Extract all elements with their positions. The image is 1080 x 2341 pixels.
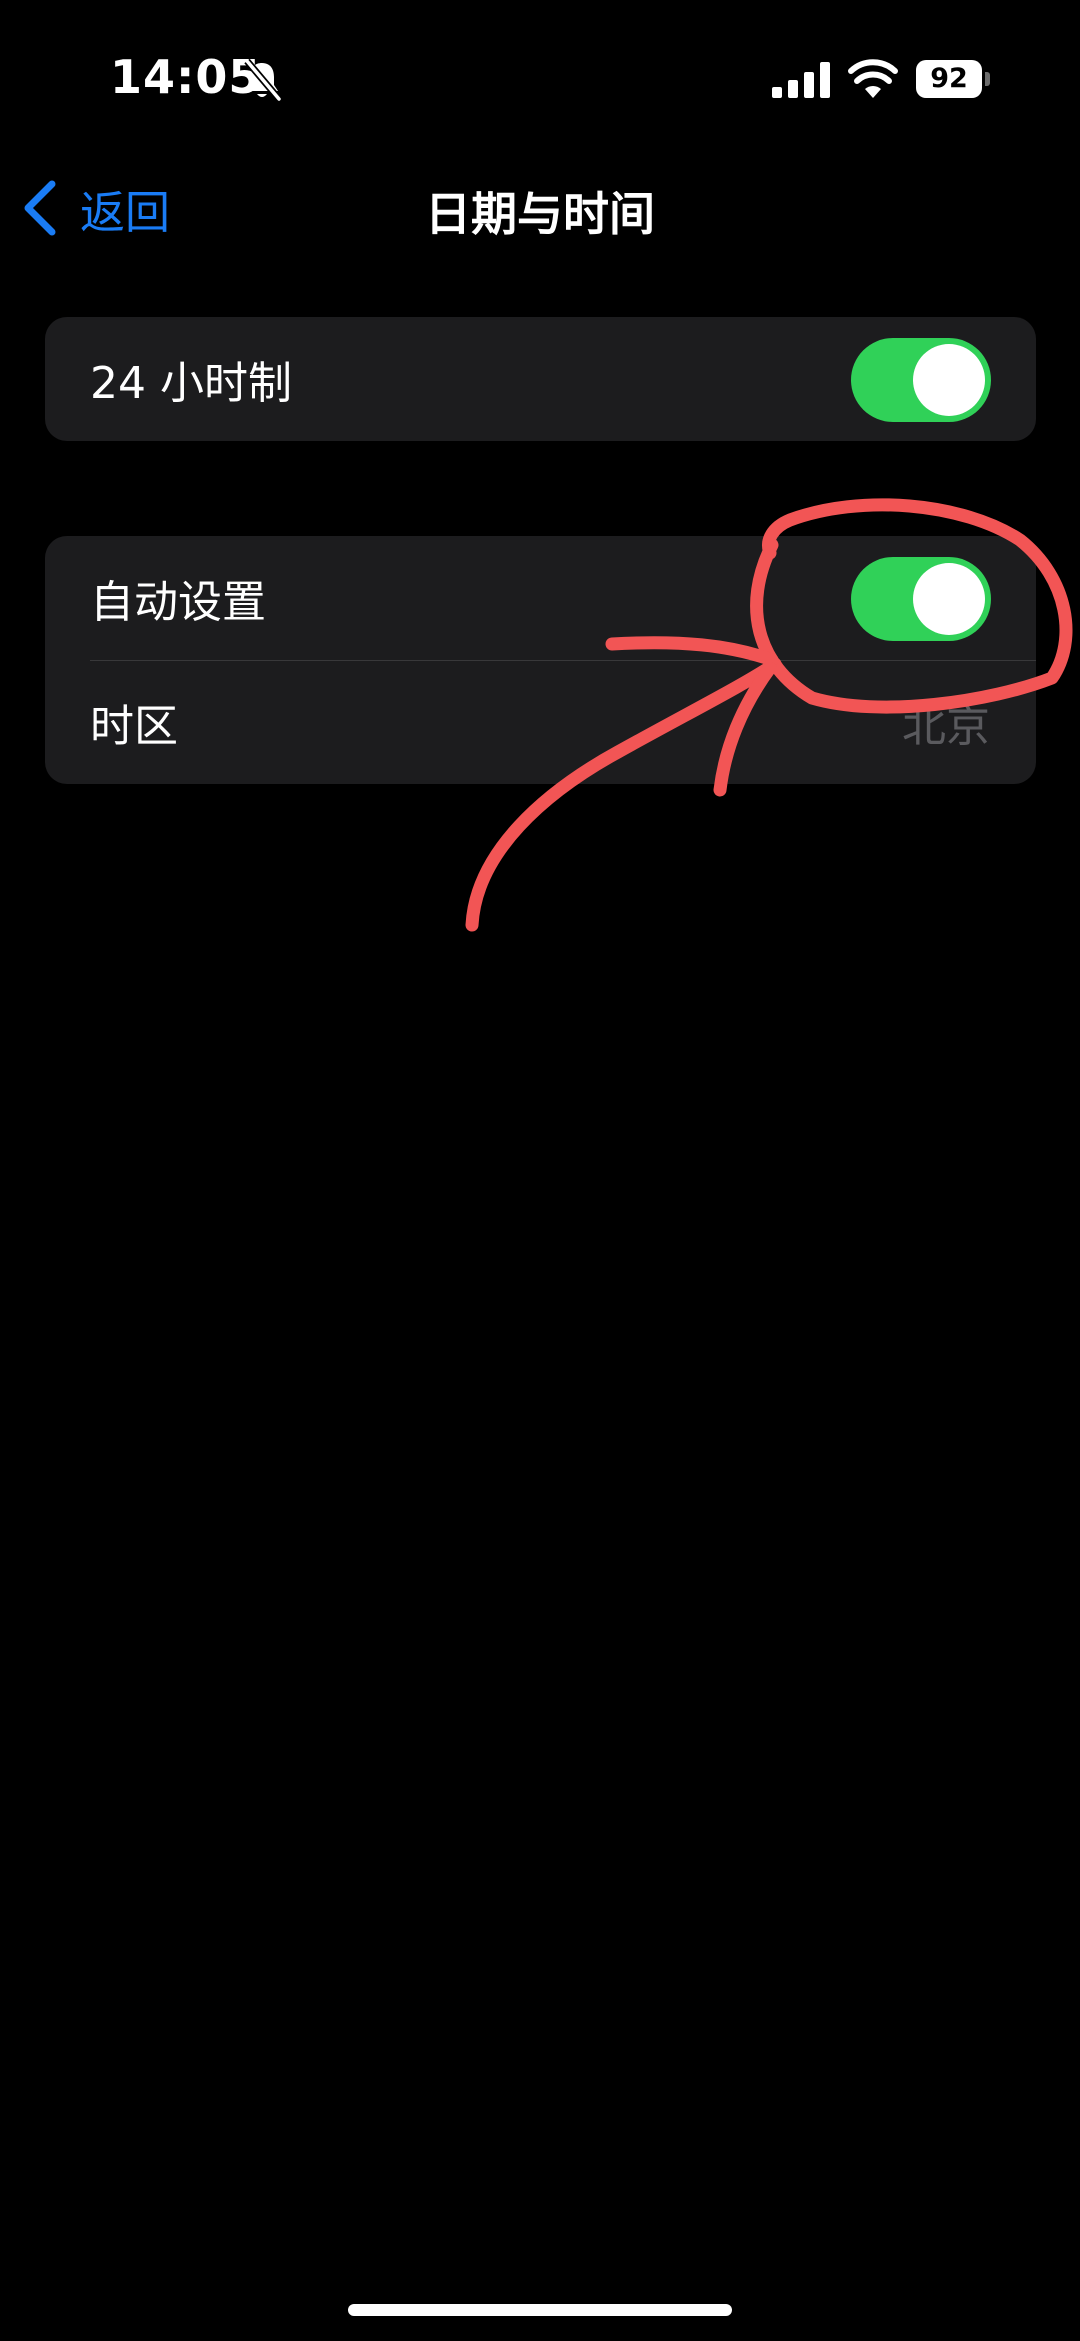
battery-level: 92	[916, 60, 982, 98]
time-zone-value: 北京	[902, 701, 990, 752]
battery-tip	[985, 72, 990, 86]
toggle-24-hour-time[interactable]	[851, 338, 991, 422]
row-label: 24 小时制	[90, 358, 292, 409]
settings-group-clock-format: 24 小时制	[45, 317, 1036, 441]
battery-icon: 92	[916, 60, 990, 98]
page-title: 日期与时间	[425, 187, 655, 241]
toggle-knob	[913, 344, 985, 416]
signal-icon	[772, 62, 830, 98]
status-time: 14:05	[110, 50, 262, 104]
row-24-hour-time: 24 小时制	[45, 317, 1036, 441]
row-time-zone[interactable]: 时区 北京	[45, 660, 1036, 784]
status-bar: 14:05 92	[0, 0, 1080, 160]
toggle-knob	[913, 563, 985, 635]
row-set-automatically: 自动设置	[45, 536, 1036, 660]
row-label: 时区	[90, 701, 178, 752]
home-indicator[interactable]	[348, 2304, 732, 2316]
toggle-set-automatically[interactable]	[851, 557, 991, 641]
bell-off-icon	[244, 58, 282, 102]
row-label: 自动设置	[90, 577, 266, 628]
wifi-icon	[848, 59, 898, 98]
settings-group-time-settings: 自动设置 时区 北京	[45, 536, 1036, 784]
